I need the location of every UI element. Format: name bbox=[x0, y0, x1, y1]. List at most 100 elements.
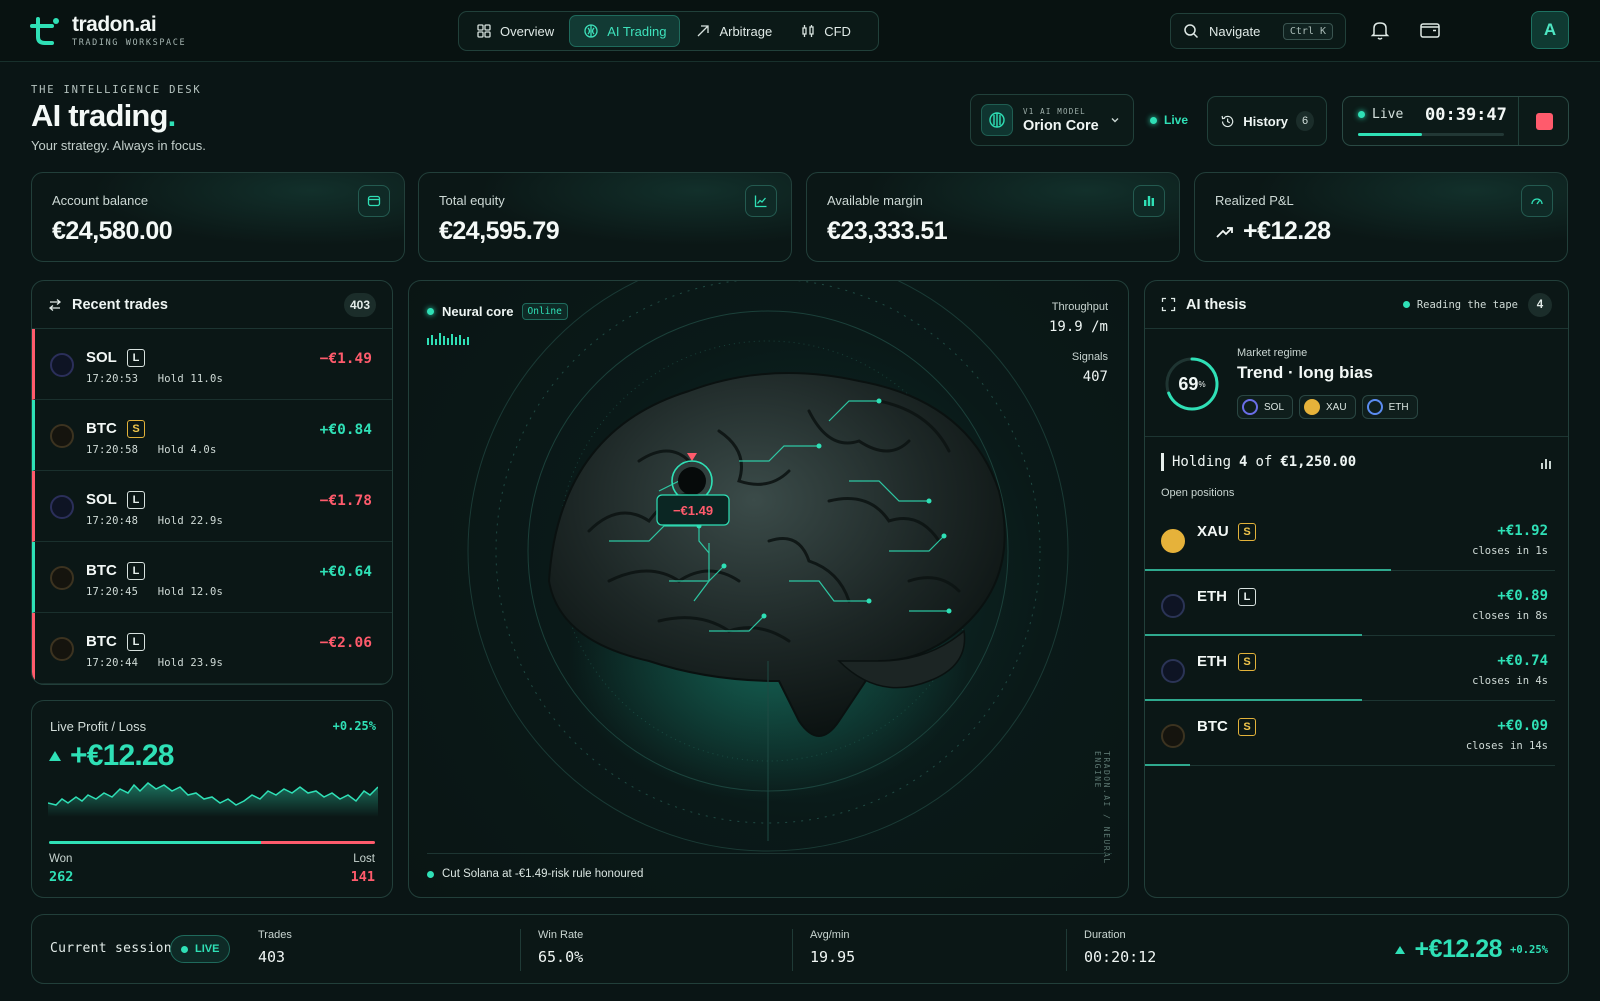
btc-coin-icon bbox=[1161, 724, 1185, 748]
session-total-pct: +0.25% bbox=[1510, 943, 1548, 956]
timer-live: Live bbox=[1358, 107, 1403, 122]
holding-marker bbox=[1161, 453, 1164, 471]
trade-row[interactable]: SOL L 17:20:48 Hold 22.9s −€1.78 bbox=[32, 471, 392, 542]
live-dot bbox=[1150, 116, 1157, 124]
chip-label: XAU bbox=[1326, 401, 1347, 413]
position-row[interactable]: ETH L +€0.89 closes in 8s bbox=[1145, 570, 1568, 636]
trade-symbol: SOL bbox=[86, 491, 117, 508]
market-regime: 69% Market regime Trend · long bias SOL … bbox=[1145, 329, 1568, 437]
neural-dot bbox=[427, 308, 434, 315]
trade-row[interactable]: BTC S 17:20:58 Hold 4.0s +€0.84 bbox=[32, 400, 392, 471]
pnl-sparkline bbox=[48, 782, 378, 817]
trade-time: 17:20:53 bbox=[86, 373, 139, 385]
gauge-icon[interactable] bbox=[1521, 185, 1553, 217]
thesis-count: 4 bbox=[1528, 292, 1552, 317]
trade-pnl: −€1.49 bbox=[319, 351, 372, 367]
recent-trades-header: Recent trades 403 bbox=[32, 281, 392, 329]
btc-coin-icon bbox=[50, 566, 74, 590]
neural-footer-text: Cut Solana at -€1.49-risk rule honoured bbox=[442, 868, 644, 880]
stop-button[interactable] bbox=[1536, 113, 1553, 130]
history-button[interactable]: History 6 bbox=[1207, 96, 1327, 146]
history-label: History bbox=[1243, 113, 1289, 129]
chip-eth[interactable]: ETH bbox=[1361, 395, 1418, 419]
chip-sol[interactable]: SOL bbox=[1237, 395, 1294, 419]
stat-total-equity: Total equity €24,595.79 bbox=[418, 172, 792, 262]
session-duration-value: 00:20:12 bbox=[1084, 948, 1157, 966]
thesis-status-text: Reading the tape bbox=[1416, 298, 1518, 311]
position-row[interactable]: ETH S +€0.74 closes in 4s bbox=[1145, 635, 1568, 701]
nav-ai-trading[interactable]: AI Trading bbox=[569, 15, 681, 47]
position-row[interactable]: BTC S +€0.09 closes in 14s bbox=[1145, 700, 1568, 766]
current-session-bar: Current session LIVE Trades 403 Win Rate… bbox=[31, 914, 1569, 984]
model-selector[interactable]: V1 AI MODEL Orion Core bbox=[970, 94, 1134, 146]
logo[interactable]: tradon.ai TRADING WORKSPACE bbox=[30, 14, 186, 48]
position-side-badge: S bbox=[1238, 718, 1256, 736]
search-icon bbox=[1184, 24, 1199, 39]
trade-row[interactable]: SOL L 17:20:53 Hold 11.0s −€1.49 bbox=[32, 329, 392, 400]
regime-chips: SOL XAU ETH bbox=[1237, 395, 1418, 419]
bell-icon[interactable] bbox=[1368, 18, 1392, 42]
wallet-icon[interactable] bbox=[1418, 18, 1442, 42]
session-divider bbox=[792, 929, 793, 971]
session-avg-value: 19.95 bbox=[810, 948, 856, 966]
stat-value: €24,595.79 bbox=[439, 217, 560, 246]
trade-side-badge: L bbox=[127, 562, 145, 580]
trade-pnl: −€2.06 bbox=[319, 635, 372, 651]
position-symbol: ETH bbox=[1197, 588, 1227, 605]
trade-symbol: BTC bbox=[86, 633, 117, 650]
search-input[interactable]: Navigate Ctrl K bbox=[1170, 13, 1346, 49]
page-subtitle: Your strategy. Always in focus. bbox=[31, 138, 206, 153]
trade-row[interactable]: BTC L 17:20:44 Hold 23.9s −€2.06 bbox=[32, 613, 392, 684]
trade-hold: Hold 12.0s bbox=[157, 586, 223, 598]
trade-pnl: +€0.64 bbox=[319, 564, 372, 580]
session-divider bbox=[1066, 929, 1067, 971]
trade-hold: Hold 11.0s bbox=[157, 373, 223, 385]
swap-icon bbox=[48, 298, 62, 311]
recent-trades-count: 403 bbox=[343, 292, 376, 317]
confidence-value: 69% bbox=[1163, 355, 1221, 413]
position-row[interactable]: XAU S +€1.92 closes in 1s bbox=[1145, 505, 1568, 571]
nav-overview[interactable]: Overview bbox=[463, 15, 567, 47]
stat-label: Account balance bbox=[52, 193, 149, 208]
trade-row[interactable]: BTC L 17:20:45 Hold 12.0s +€0.64 bbox=[32, 542, 392, 613]
bar-chart-icon[interactable] bbox=[1540, 457, 1552, 469]
trend-up-icon bbox=[1216, 226, 1233, 238]
session-total: +€12.28 +0.25% bbox=[1394, 935, 1548, 964]
stat-value-text: €23,333.51 bbox=[827, 217, 948, 245]
chip-xau[interactable]: XAU bbox=[1299, 395, 1356, 419]
session-timer: Live 00:39:47 bbox=[1342, 96, 1569, 146]
trade-pnl: −€1.78 bbox=[319, 493, 372, 509]
line-chart-icon[interactable] bbox=[745, 185, 777, 217]
eth-coin-icon bbox=[1366, 399, 1383, 415]
nav-ai-trading-label: AI Trading bbox=[607, 23, 667, 39]
trade-meta: 17:20:48 Hold 22.9s bbox=[86, 515, 223, 527]
position-pnl: +€0.74 bbox=[1497, 653, 1548, 669]
neural-visual: −€1.49 bbox=[467, 281, 1069, 852]
timer-live-label: Live bbox=[1372, 107, 1404, 122]
avatar[interactable]: A bbox=[1531, 11, 1569, 49]
bar-chart-icon[interactable] bbox=[1133, 185, 1165, 217]
trade-meta: 17:20:58 Hold 4.0s bbox=[86, 444, 216, 456]
trade-side-badge: L bbox=[127, 633, 145, 651]
thesis-dot bbox=[1402, 301, 1410, 308]
neural-header: Neural core Online bbox=[427, 303, 568, 320]
neural-vertical-text: TRADON.AI / NEURAL ENGINE bbox=[1093, 751, 1111, 865]
won-label: Won bbox=[49, 853, 73, 865]
session-winrate-label: Win Rate bbox=[538, 929, 584, 941]
won-count: 262 bbox=[49, 869, 74, 885]
nav-arbitrage[interactable]: Arbitrage bbox=[682, 15, 785, 47]
live-indicator: Live bbox=[1150, 113, 1188, 127]
position-side-badge: S bbox=[1238, 523, 1256, 541]
position-closes: closes in 4s bbox=[1472, 675, 1548, 687]
nav-cfd[interactable]: CFD bbox=[787, 15, 864, 47]
session-duration-label: Duration bbox=[1084, 929, 1126, 941]
trade-meta: 17:20:44 Hold 23.9s bbox=[86, 657, 223, 669]
xau-coin-icon bbox=[1304, 399, 1321, 415]
wallet-icon[interactable] bbox=[358, 185, 390, 217]
open-positions-label: Open positions bbox=[1161, 487, 1235, 499]
holding-amount: €1,250.00 bbox=[1280, 454, 1357, 470]
eth-coin-icon bbox=[1161, 594, 1185, 618]
main-nav: Overview AI Trading Arbitrage CFD bbox=[458, 11, 879, 51]
grid-icon bbox=[477, 24, 491, 38]
trade-time: 17:20:45 bbox=[86, 586, 139, 598]
